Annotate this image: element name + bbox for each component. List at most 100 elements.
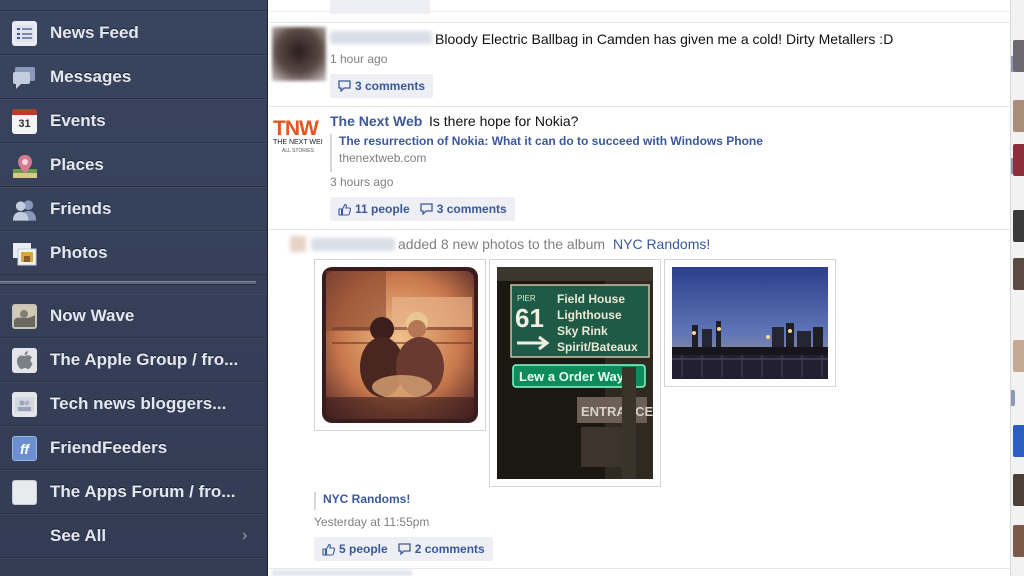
- link-domain: thenextweb.com: [339, 151, 427, 165]
- sidebar-group-now-wave[interactable]: Now Wave: [0, 294, 267, 338]
- story-divider: [269, 11, 1010, 12]
- sidebar-item-news-feed[interactable]: News Feed: [0, 11, 267, 55]
- sidebar-item-label: FriendFeeders: [50, 438, 168, 457]
- likes-count: 5 people: [339, 542, 388, 556]
- sidebar-see-all[interactable]: See All ›: [0, 514, 267, 558]
- messages-icon: [12, 65, 37, 90]
- comments-button[interactable]: 2 comments: [398, 542, 485, 556]
- sidebar-item-label: Now Wave: [50, 306, 135, 325]
- group-now-wave-icon: [12, 304, 37, 329]
- status-text: Is there hope for Nokia?: [429, 113, 579, 129]
- avatar[interactable]: [290, 236, 306, 252]
- thumbs-up-icon: [338, 203, 351, 216]
- story-actions: 5 people 2 comments: [314, 537, 493, 561]
- friend-avatar[interactable]: [1013, 210, 1024, 242]
- sidebar-item-events[interactable]: 31 Events: [0, 99, 267, 143]
- friendfeed-icon: ff: [12, 436, 37, 461]
- news-feed: Bloody Electric Ballbag in Camden has gi…: [269, 0, 1010, 576]
- friend-avatar[interactable]: [1013, 40, 1024, 72]
- timestamp[interactable]: 3 hours ago: [330, 175, 393, 189]
- avatar[interactable]: [272, 27, 326, 81]
- comment-icon: [338, 80, 351, 92]
- friend-avatar[interactable]: [1013, 425, 1024, 457]
- photo-people-harbor: [322, 267, 478, 423]
- panel-tab[interactable]: [1011, 390, 1015, 406]
- story-actions: 3 comments: [330, 74, 434, 98]
- thumbs-up-icon: [322, 543, 335, 556]
- sidebar-item-label: News Feed: [50, 23, 139, 42]
- album-photo[interactable]: [664, 259, 836, 387]
- author-name-blurred[interactable]: [330, 31, 432, 44]
- album-name-link[interactable]: NYC Randoms!: [613, 236, 710, 252]
- author-name[interactable]: The Next Web: [330, 113, 422, 129]
- friend-avatar[interactable]: [1013, 258, 1024, 290]
- sign-line-4: Spirit/Bateaux: [557, 340, 638, 354]
- events-calendar-icon: 31: [12, 109, 37, 134]
- likes-button[interactable]: 11 people: [338, 202, 410, 216]
- sidebar-item-label: Tech news bloggers...: [50, 394, 227, 413]
- sidebar-group-apple[interactable]: The Apple Group / fro...: [0, 338, 267, 382]
- places-pin-icon: [12, 153, 37, 178]
- comment-icon: [420, 203, 433, 215]
- chevron-right-icon: ›: [242, 527, 248, 544]
- sidebar-item-places[interactable]: Places: [0, 143, 267, 187]
- news-feed-icon: [12, 21, 37, 46]
- sign-line-2: Lighthouse: [557, 308, 622, 322]
- sidebar-item-messages[interactable]: Messages: [0, 55, 267, 99]
- sign-line-1: Field House: [557, 292, 625, 306]
- story-divider: [269, 106, 1010, 107]
- album-photo[interactable]: [314, 259, 486, 431]
- tnw-logo-subtitle: THE NEXT WEI: [273, 139, 323, 146]
- sidebar-item-friends[interactable]: Friends: [0, 187, 267, 231]
- status-text: Bloody Electric Ballbag in Camden has gi…: [435, 31, 894, 47]
- group-default-icon: [12, 392, 37, 417]
- friend-avatar[interactable]: [1013, 340, 1024, 372]
- sidebar-item-partial: [0, 558, 267, 576]
- link-title[interactable]: The resurrection of Nokia: What it can d…: [339, 134, 763, 148]
- friend-avatar[interactable]: [1013, 100, 1024, 132]
- see-all-label: See All: [50, 526, 107, 545]
- group-default-icon: [12, 480, 37, 505]
- story-divider: [269, 568, 1010, 569]
- link-attachment[interactable]: The resurrection of Nokia: What it can d…: [330, 134, 763, 172]
- friend-avatar[interactable]: [1013, 525, 1024, 557]
- sidebar-group-tech-news[interactable]: Tech news bloggers...: [0, 382, 267, 426]
- sidebar-group-friendfeeders[interactable]: ff FriendFeeders: [0, 426, 267, 470]
- sidebar-item-label: Places: [50, 155, 104, 174]
- sidebar-item-label: Photos: [50, 243, 108, 262]
- album-link[interactable]: NYC Randoms!: [323, 492, 410, 506]
- album-attachment[interactable]: NYC Randoms!: [314, 492, 410, 510]
- photo-pier-sign: PIER 61 Field House Lighthouse Sky Rink …: [497, 267, 654, 479]
- likes-count: 11 people: [355, 202, 410, 216]
- tnw-logo-subtitle-2: ALL STORIES: [282, 148, 314, 154]
- comments-count: 3 comments: [355, 79, 426, 93]
- sidebar-item-label: The Apple Group / fro...: [50, 350, 239, 369]
- right-panel-partial: [1010, 0, 1024, 576]
- comments-button[interactable]: 3 comments: [338, 79, 425, 93]
- calendar-date: 31: [18, 117, 31, 130]
- comments-count: 3 comments: [436, 202, 507, 216]
- tnw-logo-avatar[interactable]: TNW THE NEXT WEI ALL STORIES: [272, 117, 326, 161]
- sign-pier-label: PIER: [517, 294, 536, 303]
- comment-icon: [398, 543, 411, 555]
- sidebar-item-partial: [0, 0, 267, 11]
- friend-avatar[interactable]: [1013, 474, 1024, 506]
- photo-night-skyline: [672, 267, 828, 379]
- comments-button[interactable]: 3 comments: [420, 202, 507, 216]
- sidebar: News Feed Messages 31 Events Places Frie…: [0, 0, 268, 576]
- sidebar-group-apps-forum[interactable]: The Apps Forum / fro...: [0, 470, 267, 514]
- next-story-partial: [272, 570, 412, 576]
- photos-icon: [12, 241, 37, 266]
- friend-avatar[interactable]: [1013, 144, 1024, 176]
- album-photo[interactable]: PIER 61 Field House Lighthouse Sky Rink …: [489, 259, 661, 487]
- timestamp[interactable]: 1 hour ago: [330, 52, 387, 66]
- author-name-blurred[interactable]: [311, 238, 395, 251]
- story-actions: 11 people 3 comments: [330, 197, 515, 221]
- timestamp[interactable]: Yesterday at 11:55pm: [314, 515, 429, 529]
- tnw-logo-text: TNW: [273, 117, 319, 140]
- entrance-sign-text: ENTRANCE: [581, 404, 653, 419]
- story-divider: [269, 22, 1010, 23]
- sidebar-item-label: The Apps Forum / fro...: [50, 482, 236, 501]
- sidebar-item-photos[interactable]: Photos: [0, 231, 267, 275]
- likes-button[interactable]: 5 people: [322, 542, 388, 556]
